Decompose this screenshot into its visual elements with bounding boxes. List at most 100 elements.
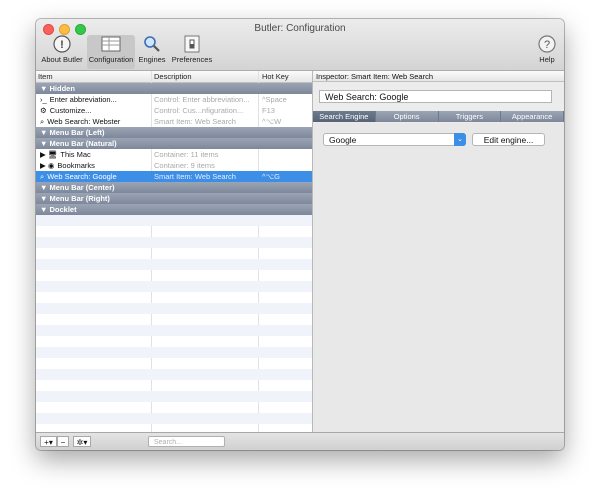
tab-search-engine[interactable]: Search Engine xyxy=(313,111,376,122)
empty-row xyxy=(36,369,312,380)
outline-section-row[interactable]: ▼ Docklet xyxy=(36,204,312,215)
outline-section-row[interactable]: ▼ Menu Bar (Center) xyxy=(36,182,312,193)
preferences-button[interactable]: Preferences xyxy=(169,35,215,69)
outline-item-row[interactable]: ⌕ Web Search: Google Smart Item: Web Searc… xyxy=(36,171,312,182)
empty-row xyxy=(36,424,312,432)
item-icon: ⌕ xyxy=(40,172,45,181)
item-column-header[interactable]: Item xyxy=(38,72,53,81)
section-label: ▼ Menu Bar (Center) xyxy=(40,183,115,192)
window-title: Butler: Configuration xyxy=(254,23,346,34)
outline-column-header: Item Description Hot Key xyxy=(36,71,312,83)
remove-item-button[interactable]: − xyxy=(57,436,69,447)
info-icon: ! xyxy=(52,35,72,53)
empty-row xyxy=(36,358,312,369)
empty-row xyxy=(36,325,312,336)
engine-select[interactable]: Google ⌄ xyxy=(323,133,466,146)
description-cell: Smart Item: Web Search xyxy=(154,172,236,181)
help-icon: ? xyxy=(537,35,557,53)
inspector-tabs: Search Engine Options Triggers Appearanc… xyxy=(313,111,564,122)
item-cell: ▶ 🖥 This Mac xyxy=(40,149,152,160)
empty-row xyxy=(36,292,312,303)
switch-icon xyxy=(182,35,202,53)
magnifier-icon xyxy=(142,35,162,53)
bottom-bar: +▾ − ✲▾ Search... xyxy=(36,432,564,450)
inspector-header: Inspector: Smart Item: Web Search xyxy=(313,71,564,82)
outline-item-row[interactable]: ›_ Enter abbreviation... Control: Enter ab… xyxy=(36,94,312,105)
chevron-down-icon: ⌄ xyxy=(454,133,466,146)
empty-row xyxy=(36,281,312,292)
item-label: Web Search: Google xyxy=(47,172,117,181)
section-label: ▼ Menu Bar (Left) xyxy=(40,128,105,137)
empty-row xyxy=(36,237,312,248)
item-label: This Mac xyxy=(60,150,91,159)
description-cell: Container: 11 items xyxy=(154,150,219,159)
about-butler-label: About Butler xyxy=(41,55,83,64)
help-button[interactable]: ? Help xyxy=(536,35,558,69)
item-icon: ⌕ xyxy=(40,117,45,126)
section-label: ▼ Menu Bar (Natural) xyxy=(40,139,117,148)
hotkey-cell: ^⌥G xyxy=(262,172,280,181)
tab-options[interactable]: Options xyxy=(375,111,439,122)
table-icon xyxy=(101,35,121,53)
about-butler-button[interactable]: ! About Butler xyxy=(38,35,86,69)
empty-row xyxy=(36,270,312,281)
section-label: ▼ Docklet xyxy=(40,205,77,214)
item-icon: ›_ xyxy=(40,95,47,104)
description-cell: Container: 9 items xyxy=(154,161,215,170)
item-label: Bookmarks xyxy=(57,161,95,170)
item-cell: ⌕ Web Search: Webster xyxy=(40,116,152,127)
empty-row xyxy=(36,336,312,347)
outline-item-row[interactable]: ▶ ◉ Bookmarks Container: 9 items xyxy=(36,160,312,171)
hotkey-cell: F13 xyxy=(262,106,275,115)
item-cell: ⌕ Web Search: Google xyxy=(40,171,152,182)
empty-row xyxy=(36,303,312,314)
item-icon: ⚙ xyxy=(40,106,47,115)
outline-section-row[interactable]: ▼ Menu Bar (Left) xyxy=(36,127,312,138)
engines-button[interactable]: Engines xyxy=(136,35,168,69)
tab-appearance[interactable]: Appearance xyxy=(501,111,564,122)
outline-section-row[interactable]: ▼ Menu Bar (Right) xyxy=(36,193,312,204)
tab-triggers[interactable]: Triggers xyxy=(438,111,502,122)
description-column-header[interactable]: Description xyxy=(154,72,192,81)
search-engine-tab-panel: Google ⌄ Edit engine... xyxy=(313,123,564,432)
edit-engine-button[interactable]: Edit engine... xyxy=(472,133,545,146)
help-label: Help xyxy=(539,55,555,64)
search-input[interactable]: Search... xyxy=(148,436,225,447)
item-outline: Item Description Hot Key ▼ Hidden ›_ Enter… xyxy=(36,71,313,432)
empty-row xyxy=(36,391,312,402)
empty-row xyxy=(36,215,312,226)
item-cell: ›_ Enter abbreviation... xyxy=(40,94,152,105)
description-cell: Smart Item: Web Search xyxy=(154,117,236,126)
item-icon: ▶ ◉ xyxy=(40,161,55,170)
outline-item-row[interactable]: ⚙ Customize... Control: Cus...nfiguration.… xyxy=(36,105,312,116)
hotkey-cell: ^Space xyxy=(262,95,287,104)
engines-label: Engines xyxy=(138,55,166,64)
empty-row xyxy=(36,347,312,358)
item-icon: ▶ 🖥 xyxy=(40,150,58,159)
butler-window: Butler: Configuration ! About Butler Con… xyxy=(36,19,564,450)
empty-row xyxy=(36,248,312,259)
item-cell: ⚙ Customize... xyxy=(40,105,152,116)
description-cell: Control: Cus...nfiguration... xyxy=(154,106,244,115)
description-cell: Control: Enter abbreviation... xyxy=(154,95,250,104)
hotkey-column-header[interactable]: Hot Key xyxy=(262,72,289,81)
empty-row xyxy=(36,413,312,424)
svg-text:?: ? xyxy=(544,39,550,51)
hotkey-cell: ^⌥W xyxy=(262,117,282,126)
outline-section-row[interactable]: ▼ Hidden xyxy=(36,83,312,94)
inspector-pane: Inspector: Smart Item: Web Search Web Se… xyxy=(313,71,564,432)
section-label: ▼ Menu Bar (Right) xyxy=(40,194,110,203)
item-cell: ▶ ◉ Bookmarks xyxy=(40,160,152,171)
item-label: Customize... xyxy=(49,106,92,115)
empty-row xyxy=(36,226,312,237)
svg-text:!: ! xyxy=(60,39,64,51)
outline-item-row[interactable]: ▶ 🖥 This Mac Container: 11 items xyxy=(36,149,312,160)
configuration-button[interactable]: Configuration xyxy=(87,35,135,69)
outline-section-row[interactable]: ▼ Menu Bar (Natural) xyxy=(36,138,312,149)
empty-row xyxy=(36,259,312,270)
section-label: ▼ Hidden xyxy=(40,84,75,93)
action-menu-button[interactable]: ✲▾ xyxy=(73,436,91,447)
item-name-field[interactable]: Web Search: Google xyxy=(319,90,552,103)
outline-item-row[interactable]: ⌕ Web Search: Webster Smart Item: Web Sear… xyxy=(36,116,312,127)
add-item-button[interactable]: +▾ xyxy=(40,436,57,447)
